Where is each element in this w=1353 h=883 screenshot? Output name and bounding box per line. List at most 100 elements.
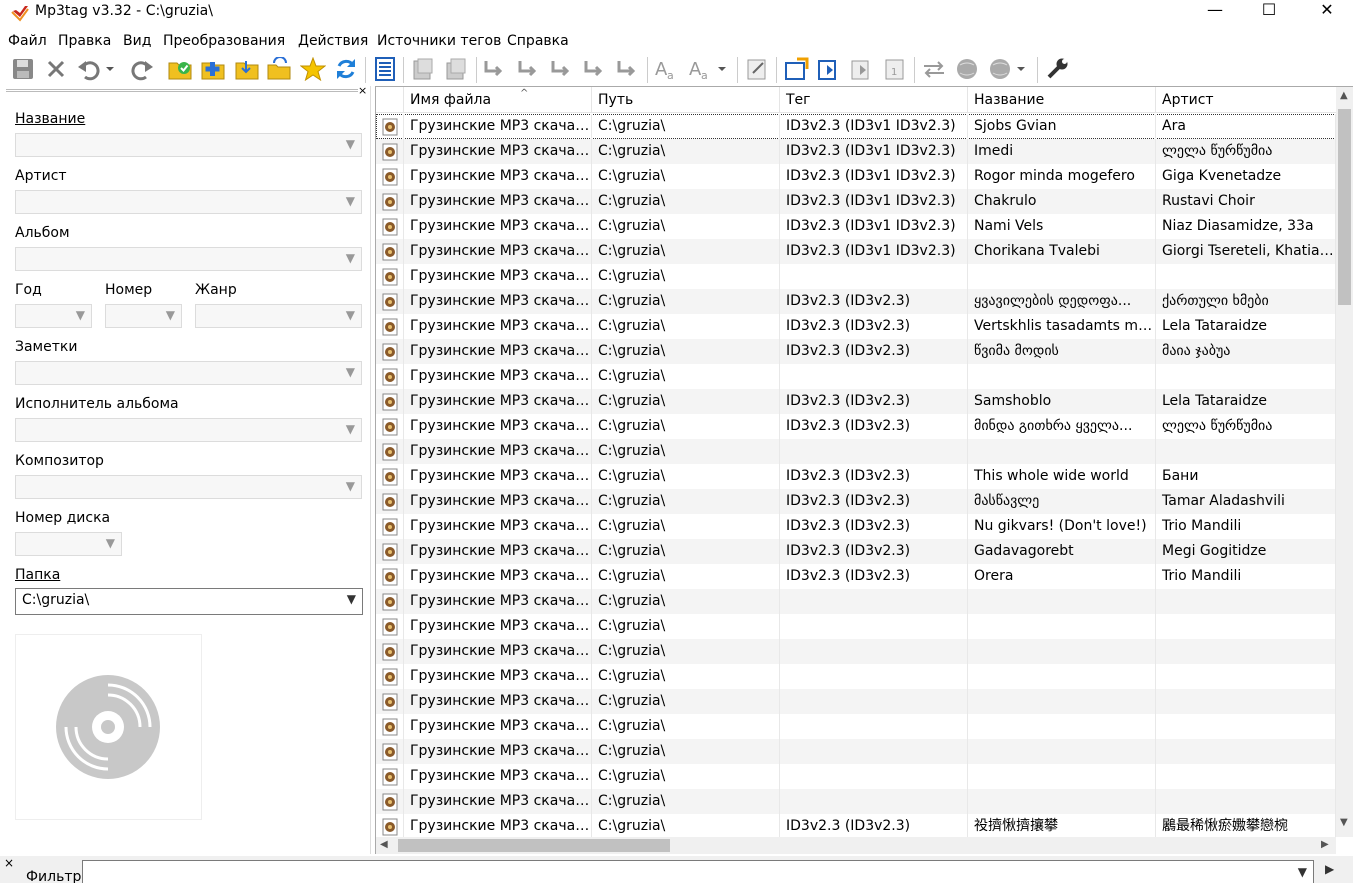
actions-dropdown-icon[interactable] xyxy=(714,56,730,82)
numbering-wizard-icon[interactable]: 1 xyxy=(882,56,908,82)
table-row[interactable]: Грузинские MP3 скачат... C:\gruzia\ xyxy=(376,264,1336,289)
change-directory-icon[interactable] xyxy=(167,56,193,82)
menu-view[interactable]: Вид xyxy=(123,32,151,50)
table-row[interactable]: Грузинские MP3 скачат... C:\gruzia\ xyxy=(376,589,1336,614)
table-row[interactable]: Грузинские MP3 скачат... C:\gruzia\ xyxy=(376,764,1336,789)
tag-sources-icon[interactable] xyxy=(783,56,809,82)
table-row[interactable]: Грузинские MP3 скачат... C:\gruzia\ ID3v2.… xyxy=(376,489,1336,514)
table-row[interactable]: Грузинские MP3 скачат... C:\gruzia\ ID3v2.… xyxy=(376,339,1336,364)
close-button[interactable]: ✕ xyxy=(1304,0,1350,22)
header-icon-column[interactable] xyxy=(376,87,404,113)
table-row[interactable]: Грузинские MP3 скачат... C:\gruzia\ ID3v2.… xyxy=(376,314,1336,339)
table-row[interactable]: Грузинские MP3 скачат... C:\gruzia\ ID3v2.… xyxy=(376,464,1336,489)
scroll-right-icon[interactable]: ▶ xyxy=(1321,839,1329,850)
filter-input[interactable]: ▼ xyxy=(82,860,1314,883)
undo-dropdown-icon[interactable] xyxy=(103,56,117,82)
menu-help[interactable]: Справка xyxy=(507,32,569,50)
horizontal-scroll-thumb[interactable] xyxy=(398,839,670,852)
export-icon[interactable] xyxy=(410,56,436,82)
vertical-scroll-thumb[interactable] xyxy=(1338,109,1351,305)
header-artist[interactable]: Артист xyxy=(1156,87,1336,113)
table-row[interactable]: Грузинские MP3 скачат... C:\gruzia\ xyxy=(376,714,1336,739)
panel-grip[interactable] xyxy=(6,89,358,92)
tag-to-tag-icon[interactable] xyxy=(582,56,608,82)
menu-file[interactable]: Файл xyxy=(8,32,47,50)
web-search-icon[interactable] xyxy=(987,56,1013,82)
table-row[interactable]: Грузинские MP3 скачат... C:\gruzia\ xyxy=(376,664,1336,689)
actions-icon[interactable]: Aa xyxy=(688,56,714,82)
header-filename[interactable]: Имя файла ^ xyxy=(404,87,592,113)
year-field[interactable]: ▼ xyxy=(15,304,92,328)
table-row[interactable]: Грузинские MP3 скачат... C:\gruzia\ xyxy=(376,639,1336,664)
filename-to-tag-icon[interactable] xyxy=(516,56,542,82)
table-row[interactable]: Грузинские MP3 скачат... C:\gruzia\ xyxy=(376,364,1336,389)
favorites-star-icon[interactable] xyxy=(300,56,326,82)
table-row[interactable]: Грузинские MP3 скачат... C:\gruzia\ ID3v2.… xyxy=(376,414,1336,439)
auto-numbering-icon[interactable] xyxy=(615,56,641,82)
disc-number-field[interactable]: ▼ xyxy=(15,532,122,556)
text-file-to-tag-icon[interactable] xyxy=(549,56,575,82)
web-source-icon[interactable] xyxy=(954,56,980,82)
track-field[interactable]: ▼ xyxy=(105,304,182,328)
settings-wrench-icon[interactable] xyxy=(1045,56,1071,82)
undo-icon[interactable] xyxy=(77,56,103,82)
minimize-button[interactable]: — xyxy=(1192,0,1238,22)
album-cover[interactable] xyxy=(15,634,202,820)
table-row[interactable]: Грузинские MP3 скачат... C:\gruzia\ xyxy=(376,689,1336,714)
extended-tags-icon[interactable] xyxy=(744,56,770,82)
playlist-folder-icon[interactable] xyxy=(266,56,292,82)
remove-tag-icon[interactable] xyxy=(43,56,69,82)
add-directory-icon[interactable] xyxy=(200,56,226,82)
table-row[interactable]: Грузинские MP3 скачат... C:\gruzia\ ID3v2.… xyxy=(376,514,1336,539)
tag-panel-icon[interactable] xyxy=(372,56,398,82)
table-row[interactable]: Грузинские MP3 скачат... C:\gruzia\ ID3v2.… xyxy=(376,239,1336,264)
maximize-button[interactable]: ☐ xyxy=(1246,0,1292,22)
table-row[interactable]: Грузинские MP3 скачат... C:\gruzia\ ID3v2.… xyxy=(376,289,1336,314)
scroll-down-icon[interactable]: ▼ xyxy=(1340,817,1348,828)
save-icon[interactable] xyxy=(10,56,36,82)
menu-edit[interactable]: Правка xyxy=(58,32,111,50)
web-search-dropdown-icon[interactable] xyxy=(1013,56,1029,82)
case-conversion-icon[interactable]: Aa xyxy=(654,56,680,82)
table-row[interactable]: Грузинские MP3 скачат... C:\gruzia\ ID3v2.… xyxy=(376,139,1336,164)
header-path[interactable]: Путь xyxy=(592,87,780,113)
menu-convert[interactable]: Преобразования xyxy=(163,32,285,50)
panel-close-button[interactable]: × xyxy=(358,84,367,97)
table-row[interactable]: Грузинские MP3 скачат... C:\gruzia\ xyxy=(376,439,1336,464)
scroll-up-icon[interactable]: ▲ xyxy=(1340,90,1348,101)
chevron-down-icon[interactable]: ▼ xyxy=(1298,865,1307,879)
filter-close-button[interactable]: × xyxy=(4,856,14,870)
album-artist-field[interactable]: ▼ xyxy=(15,418,362,442)
open-folder-icon[interactable] xyxy=(234,56,260,82)
header-tag[interactable]: Тег xyxy=(780,87,968,113)
horizontal-scrollbar[interactable]: ◀ ▶ xyxy=(376,837,1336,854)
artist-field[interactable]: ▼ xyxy=(15,190,362,214)
scroll-left-icon[interactable]: ◀ xyxy=(380,839,388,850)
comment-field[interactable]: ▼ xyxy=(15,361,362,385)
table-row[interactable]: Грузинские MP3 скачат... C:\gruzia\ ID3v2.… xyxy=(376,114,1336,139)
table-row[interactable]: Грузинские MP3 скачат... C:\gruzia\ ID3v2.… xyxy=(376,814,1336,837)
title-field[interactable]: ▼ xyxy=(15,133,362,157)
table-row[interactable]: Грузинские MP3 скачат... C:\gruzia\ xyxy=(376,739,1336,764)
folder-field[interactable]: C:\gruzia\ ▼ xyxy=(15,588,363,615)
table-row[interactable]: Грузинские MP3 скачат... C:\gruzia\ ID3v2.… xyxy=(376,189,1336,214)
refresh-icon[interactable] xyxy=(333,56,359,82)
table-row[interactable]: Грузинские MP3 скачат... C:\gruzia\ xyxy=(376,789,1336,814)
header-title[interactable]: Название xyxy=(968,87,1156,113)
table-row[interactable]: Грузинские MP3 скачат... C:\gruzia\ ID3v2.… xyxy=(376,539,1336,564)
filter-scroll-right-icon[interactable]: ▶ xyxy=(1325,862,1334,876)
playlist-export-icon[interactable] xyxy=(443,56,469,82)
table-row[interactable]: Грузинские MP3 скачат... C:\gruzia\ ID3v2.… xyxy=(376,214,1336,239)
quick-action-icon[interactable] xyxy=(816,56,842,82)
menu-tag-sources[interactable]: Источники тегов xyxy=(377,32,501,50)
table-row[interactable]: Грузинские MP3 скачат... C:\gruzia\ ID3v2.… xyxy=(376,389,1336,414)
genre-field[interactable]: ▼ xyxy=(195,304,362,328)
table-row[interactable]: Грузинские MP3 скачат... C:\gruzia\ ID3v2.… xyxy=(376,164,1336,189)
table-row[interactable]: Грузинские MP3 скачат... C:\gruzia\ xyxy=(376,614,1336,639)
text-export-icon[interactable] xyxy=(849,56,875,82)
menu-actions[interactable]: Действия xyxy=(298,32,368,50)
tag-to-filename-icon[interactable] xyxy=(482,56,508,82)
vertical-scrollbar[interactable]: ▲ ▼ xyxy=(1336,87,1353,837)
arrows-convert-icon[interactable] xyxy=(921,56,947,82)
composer-field[interactable]: ▼ xyxy=(15,475,362,499)
